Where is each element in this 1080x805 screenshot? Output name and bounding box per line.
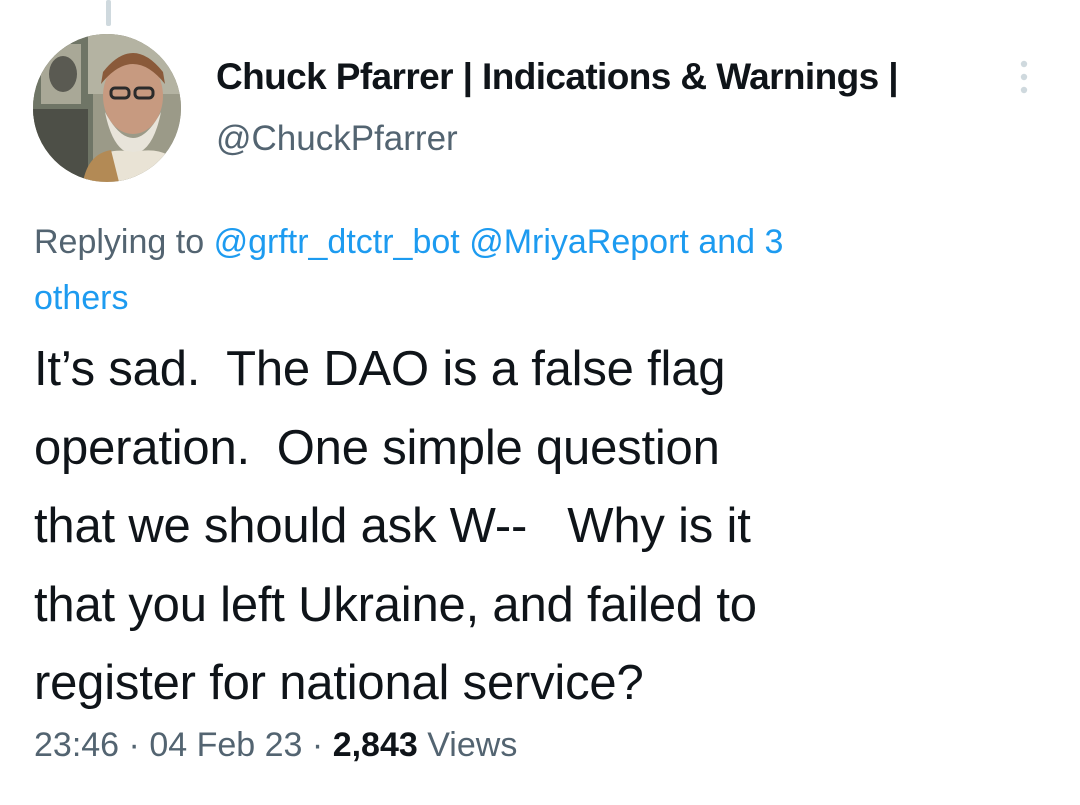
tweet-text-line: It’s sad. The DAO is a false flag [34,342,726,396]
views-label: Views [427,726,518,764]
mention-link[interactable]: @grftr_dtctr_bot [214,223,460,261]
tweet-time[interactable]: 23:46 [34,726,119,764]
tweet-text-line: operation. One simple question [34,420,720,475]
thread-connector-line [106,0,111,26]
more-vertical-icon[interactable] [1014,58,1034,98]
separator-dot: · [128,726,140,764]
tweet-text: It’s sad. The DAO is a false flag operat… [34,330,1044,723]
mention-link[interactable]: @MriyaReport [469,223,689,261]
views-count: 2,843 [332,726,418,764]
others-link-count: and 3 [698,223,784,261]
author-handle[interactable]: @ChuckPfarrer [216,119,458,159]
avatar-image [33,34,181,182]
avatar[interactable] [33,34,181,182]
tweet: Chuck Pfarrer | Indications & Warnings |… [0,0,1080,805]
tweet-text-line: that you left Ukraine, and failed to [34,577,757,632]
tweet-text-line: register for national service? [34,656,644,710]
author-display-name[interactable]: Chuck Pfarrer | Indications & Warnings | [216,56,899,98]
tweet-metadata: 23:46 · 04 Feb 23 · 2,843 Views [34,726,517,765]
others-link-word: others [34,279,129,317]
separator-dot: · [311,726,324,764]
replying-to: Replying to @grftr_dtctr_bot @MriyaRepor… [34,214,964,326]
replying-to-label: Replying to [34,223,205,261]
tweet-text-line: that we should ask W-- Why is it [34,499,751,553]
tweet-date[interactable]: 04 Feb 23 [149,726,302,764]
